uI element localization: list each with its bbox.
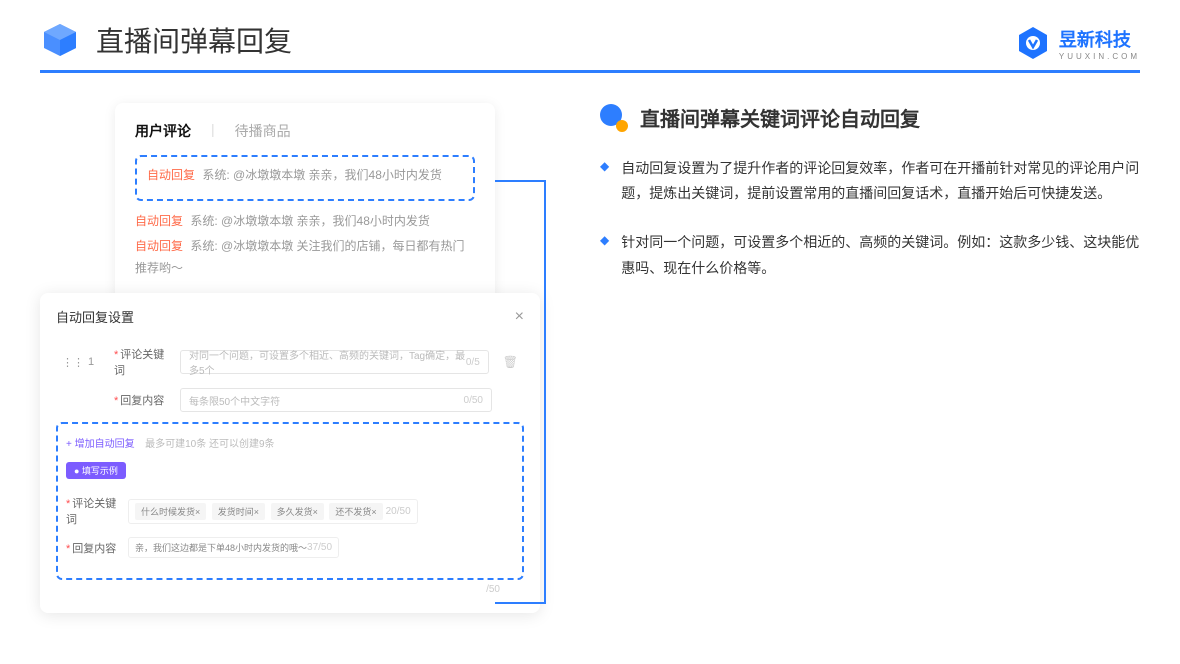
diamond-icon: ◆ xyxy=(600,159,609,206)
brand-logo: 昱新科技 YUUXIN.COM xyxy=(1015,25,1140,61)
row-drag-icon[interactable]: ⋮⋮ xyxy=(62,356,80,369)
section-bullet-icon xyxy=(600,104,628,132)
settings-title: 自动回复设置 xyxy=(56,307,134,326)
keyword-row: ⋮⋮ 1 *评论关键词 对同一个问题，可设置多个相近、高频的关键词，Tag确定，… xyxy=(56,346,524,378)
example-content-input[interactable]: 亲，我们这边都是下单48小时内发货的哦～ 37/50 xyxy=(128,537,339,558)
keyword-input[interactable]: 对同一个问题，可设置多个相近、高频的关键词，Tag确定，最多5个 0/5 xyxy=(180,350,489,374)
trash-icon[interactable]: 🗑 xyxy=(503,355,518,369)
comment-line: 自动回复 系统: @冰墩墩本墩 亲亲，我们48小时内发货 xyxy=(135,211,475,233)
tab-user-comments[interactable]: 用户评论 xyxy=(135,121,191,141)
content-row: *回复内容 每条限50个中文字符 0/50 xyxy=(56,388,524,412)
tab-pending-goods[interactable]: 待播商品 xyxy=(235,121,291,141)
cube-icon xyxy=(40,20,80,60)
header-divider xyxy=(40,70,1140,73)
bullet-text-2: 针对同一个问题，可设置多个相近的、高频的关键词。例如：这款多少钱、这块能优惠吗、… xyxy=(621,230,1140,280)
brand-sub: YUUXIN.COM xyxy=(1059,52,1140,61)
settings-card: 自动回复设置 × ⋮⋮ 1 *评论关键词 对同一个问题，可设置多个相近、高频的关… xyxy=(40,293,540,613)
brand-name: 昱新科技 xyxy=(1059,30,1131,50)
example-badge: ● 填写示例 xyxy=(66,462,126,479)
comment-line: 自动回复 系统: @冰墩墩本墩 关注我们的店铺，每日都有热门推荐哟～ xyxy=(135,236,475,279)
auto-reply-tag: 自动回复 xyxy=(147,168,195,182)
content-input[interactable]: 每条限50个中文字符 0/50 xyxy=(180,388,492,412)
brand-icon xyxy=(1015,25,1051,61)
diamond-icon: ◆ xyxy=(600,233,609,280)
section-heading: 直播间弹幕关键词评论自动回复 xyxy=(640,103,920,132)
add-auto-reply-link[interactable]: + 增加自动回复 xyxy=(66,439,135,450)
highlighted-comment: 自动回复 系统: @冰墩墩本墩 亲亲，我们48小时内发货 xyxy=(135,155,475,201)
example-section: + 增加自动回复 最多可建10条 还可以创建9条 ● 填写示例 *评论关键词 什… xyxy=(56,422,524,580)
bullet-text-1: 自动回复设置为了提升作者的评论回复效率，作者可在开播前针对常见的评论用户问题，提… xyxy=(621,156,1140,206)
page-title: 直播间弹幕回复 xyxy=(96,20,292,60)
close-icon[interactable]: × xyxy=(515,308,524,326)
example-keyword-input[interactable]: 什么时候发货× 发货时间× 多久发货× 还不发货× 20/50 xyxy=(128,499,418,524)
comments-card: 用户评论 | 待播商品 自动回复 系统: @冰墩墩本墩 亲亲，我们48小时内发货… xyxy=(115,103,495,303)
